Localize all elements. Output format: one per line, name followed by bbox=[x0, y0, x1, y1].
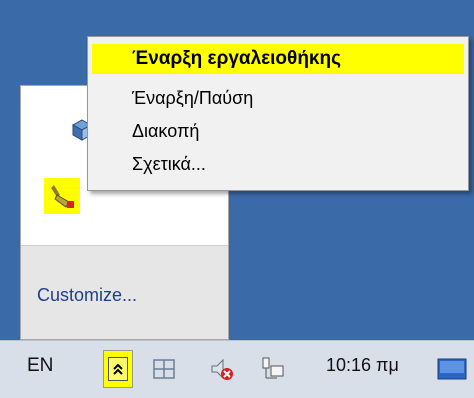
network-icon[interactable] bbox=[257, 352, 287, 386]
language-indicator[interactable]: EN bbox=[27, 355, 53, 377]
context-menu: Έναρξη εργαλειοθήκης Έναρξη/Παύση Διακοπ… bbox=[87, 36, 469, 191]
toolbox-icon[interactable] bbox=[44, 178, 80, 214]
show-desktop-icon[interactable] bbox=[437, 357, 467, 382]
speaker-muted-icon[interactable] bbox=[207, 352, 237, 386]
menu-item-stop[interactable]: Διακοπή bbox=[92, 116, 464, 146]
menu-item-start-pause[interactable]: Έναρξη/Παύση bbox=[92, 83, 464, 113]
menu-item-about[interactable]: Σχετικά... bbox=[92, 149, 464, 179]
customize-link[interactable]: Customize... bbox=[37, 285, 137, 306]
menu-item-start-toolbox[interactable]: Έναρξη εργαλειοθήκης bbox=[92, 44, 464, 74]
clock[interactable]: 10:16 πμ bbox=[326, 355, 399, 376]
show-hidden-icons-button[interactable] bbox=[103, 350, 133, 388]
taskbar bbox=[0, 340, 474, 398]
chevron-up-icon bbox=[108, 357, 128, 381]
windows-grid-icon[interactable] bbox=[149, 352, 179, 386]
